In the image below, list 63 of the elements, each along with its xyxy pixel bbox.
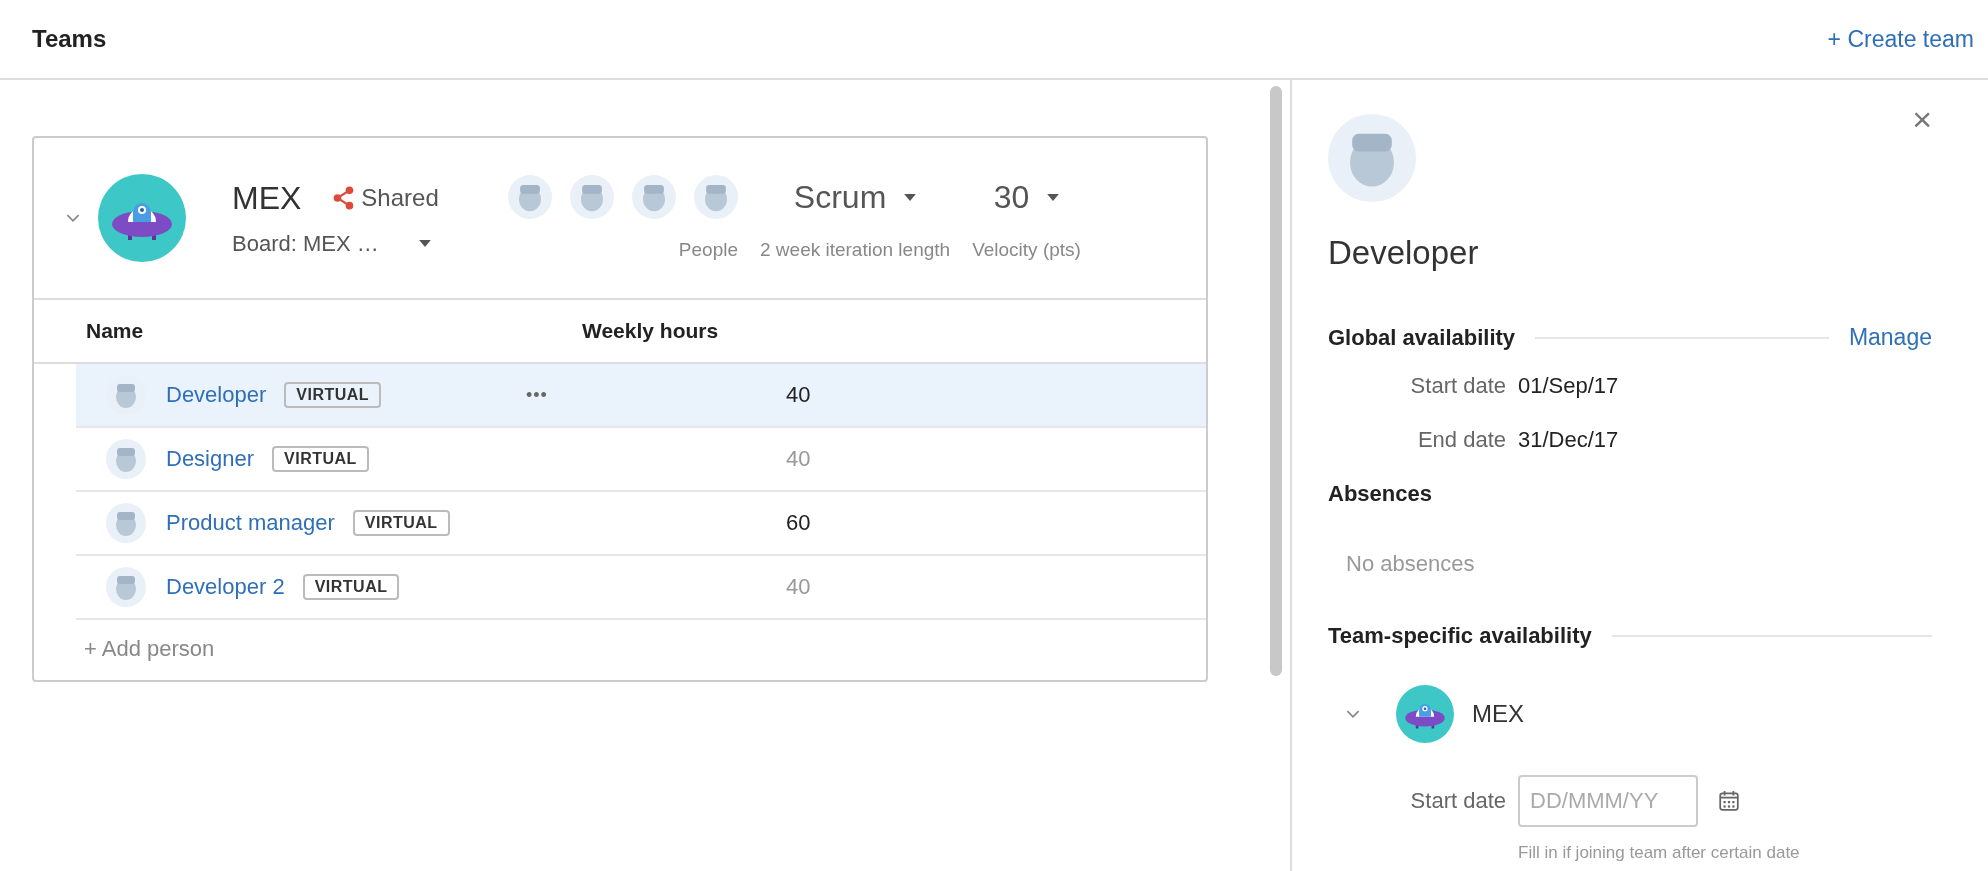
empty-message: No absences <box>1345 550 1476 578</box>
close-button[interactable]: × <box>1912 100 1932 139</box>
person-link[interactable]: Designer <box>166 446 255 472</box>
person-name: Developer <box>1328 234 1480 272</box>
person-link[interactable]: Developer <box>166 382 267 408</box>
column-header: Weekly hours <box>582 319 719 343</box>
team-name: MEX <box>232 179 302 217</box>
chevron-icon[interactable] <box>1346 709 1360 719</box>
column-header: Name <box>86 319 145 343</box>
person-link[interactable]: Product manager <box>166 510 335 536</box>
velocity-dropdown[interactable]: 30 <box>993 175 1060 219</box>
weekly-hours: 40 <box>786 382 812 408</box>
virtual-tag: VIRTUAL <box>272 446 369 472</box>
field-label: Start date <box>1409 373 1506 399</box>
weekly-hours: 40 <box>786 574 812 600</box>
velocity-label: Velocity (pts) <box>972 239 1081 261</box>
add-person-link[interactable]: + Add person <box>34 620 1206 662</box>
field-value: 31/Dec/17 <box>1518 427 1619 453</box>
caret-icon <box>418 240 431 247</box>
person-avatar-icon <box>508 175 552 219</box>
person-avatar-icon <box>570 175 614 219</box>
share-icon <box>333 186 356 210</box>
virtual-tag: VIRTUAL <box>302 574 400 600</box>
board-dropdown[interactable]: Board: MEX … <box>232 230 498 257</box>
field-value: 01/Sep/17 <box>1518 373 1619 399</box>
person-avatar-icon <box>106 567 146 607</box>
section-title: Team-specific availability <box>1328 623 1592 649</box>
create-team-link[interactable]: + Create team <box>1827 25 1974 53</box>
person-row[interactable]: Product manager VIRTUAL 60 <box>76 492 1206 556</box>
caret-icon <box>904 193 917 201</box>
more-actions-button[interactable]: ••• <box>526 384 548 406</box>
ufo-avatar-icon <box>1396 685 1454 743</box>
manage-link[interactable]: Manage <box>1848 324 1932 351</box>
iteration-length-label: 2 week iteration length <box>760 239 951 261</box>
weekly-hours: 60 <box>786 510 812 536</box>
people-label: People <box>678 239 738 261</box>
person-avatar-icon <box>106 439 146 479</box>
section-title: Global availability <box>1328 324 1516 351</box>
field-label: Start date <box>1409 788 1506 814</box>
virtual-tag: VIRTUAL <box>352 510 450 536</box>
person-row[interactable]: Developer VIRTUAL ••• 40 <box>76 364 1206 428</box>
shared-label: Shared <box>361 184 439 212</box>
section-title: Absences <box>1328 481 1432 507</box>
page-title: Teams <box>32 25 107 53</box>
person-avatar-icon <box>694 175 738 219</box>
ufo-avatar-icon <box>98 174 186 262</box>
person-avatar-icon <box>1328 114 1416 202</box>
person-avatar-icon <box>632 175 676 219</box>
virtual-tag: VIRTUAL <box>284 382 382 408</box>
field-hint: Fill in if joining team after certain date <box>1518 843 1801 863</box>
caret-icon <box>1047 193 1060 201</box>
calendar-icon[interactable] <box>1718 790 1740 812</box>
field-label: End date <box>1416 427 1506 453</box>
person-row[interactable]: Designer VIRTUAL 40 <box>76 428 1206 492</box>
start-date-input[interactable]: DD/MMM/YY <box>1518 775 1698 827</box>
person-avatar-icon <box>106 503 146 543</box>
person-link[interactable]: Developer 2 <box>166 574 285 600</box>
method-dropdown[interactable]: Scrum <box>793 175 917 219</box>
team-name: MEX <box>1472 700 1524 728</box>
person-row[interactable]: Developer 2 VIRTUAL 40 <box>76 556 1206 620</box>
scrollbar-thumb[interactable] <box>1270 86 1282 676</box>
chevron-icon[interactable] <box>66 213 80 223</box>
weekly-hours: 40 <box>786 446 812 472</box>
